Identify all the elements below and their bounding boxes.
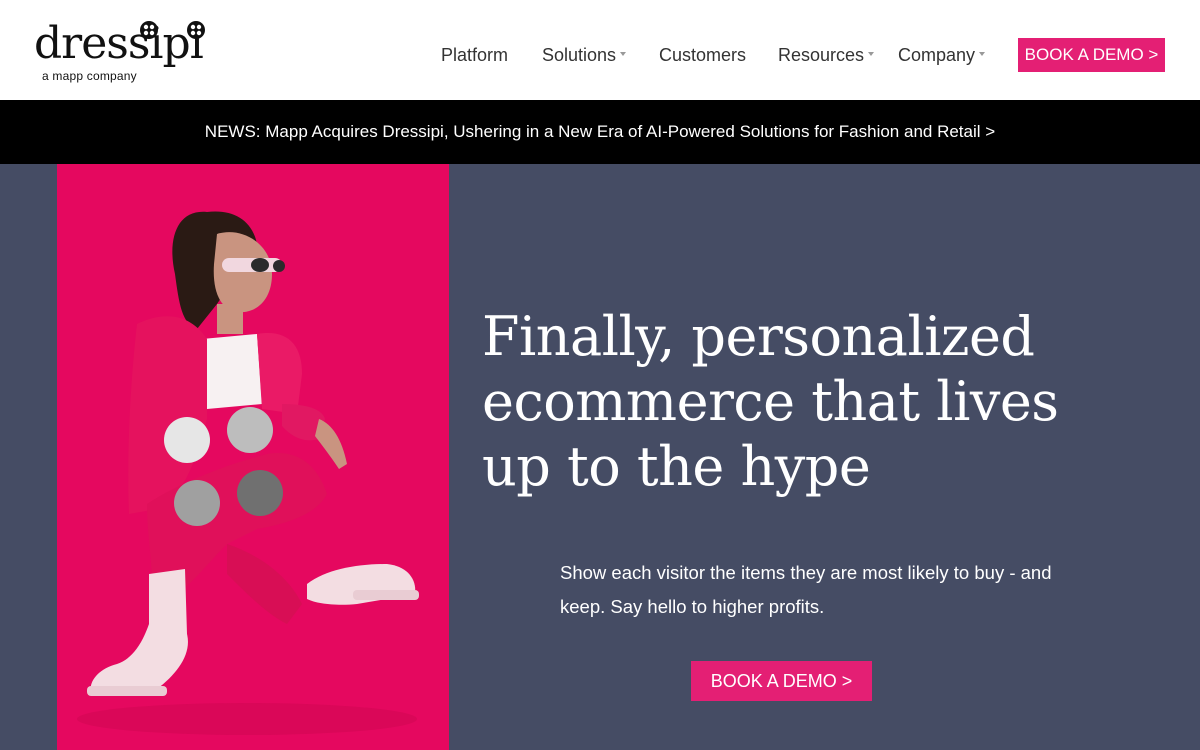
chevron-down-icon [868,52,875,57]
hero-section: Finally, personalized ecommerce that liv… [0,164,1200,750]
model-illustration [77,211,419,735]
hero-image [57,164,449,750]
logo-wordmark: dressipi [34,18,204,69]
hero-subtitle: Show each visitor the items they are mos… [560,562,1052,617]
nav-item-platform[interactable]: Platform [441,40,508,70]
logo-dot-icon [186,20,206,40]
nav-item-customers[interactable]: Customers [659,40,746,70]
news-banner: NEWS: Mapp Acquires Dressipi, Ushering i… [0,100,1200,164]
hero-book-demo-button[interactable]: BOOK A DEMO > [691,661,872,701]
news-link[interactable]: NEWS: Mapp Acquires Dressipi, Ushering i… [0,100,1200,164]
nav-item-label: Resources [778,45,865,65]
nav-item-label: Platform [441,45,509,65]
logo-dot-icon [139,20,159,40]
nav-item-label: Solutions [542,45,617,65]
nav-item-solutions[interactable]: Solutions [542,40,627,70]
nav-item-company[interactable]: Company [898,40,986,70]
logo[interactable]: dressipi a mapp company [34,20,214,86]
site-header: dressipi a mapp company Platform Solutio… [0,0,1200,100]
book-demo-button[interactable]: BOOK A DEMO > [1018,38,1165,72]
chevron-down-icon [620,52,627,57]
nav-item-label: Company [898,45,976,65]
logo-tagline: a mapp company [42,69,137,83]
chevron-down-icon [979,52,986,57]
nav-item-label: Customers [659,45,747,65]
nav-item-resources[interactable]: Resources [778,40,875,70]
hero-title: Finally, personalized ecommerce that liv… [482,305,1059,498]
